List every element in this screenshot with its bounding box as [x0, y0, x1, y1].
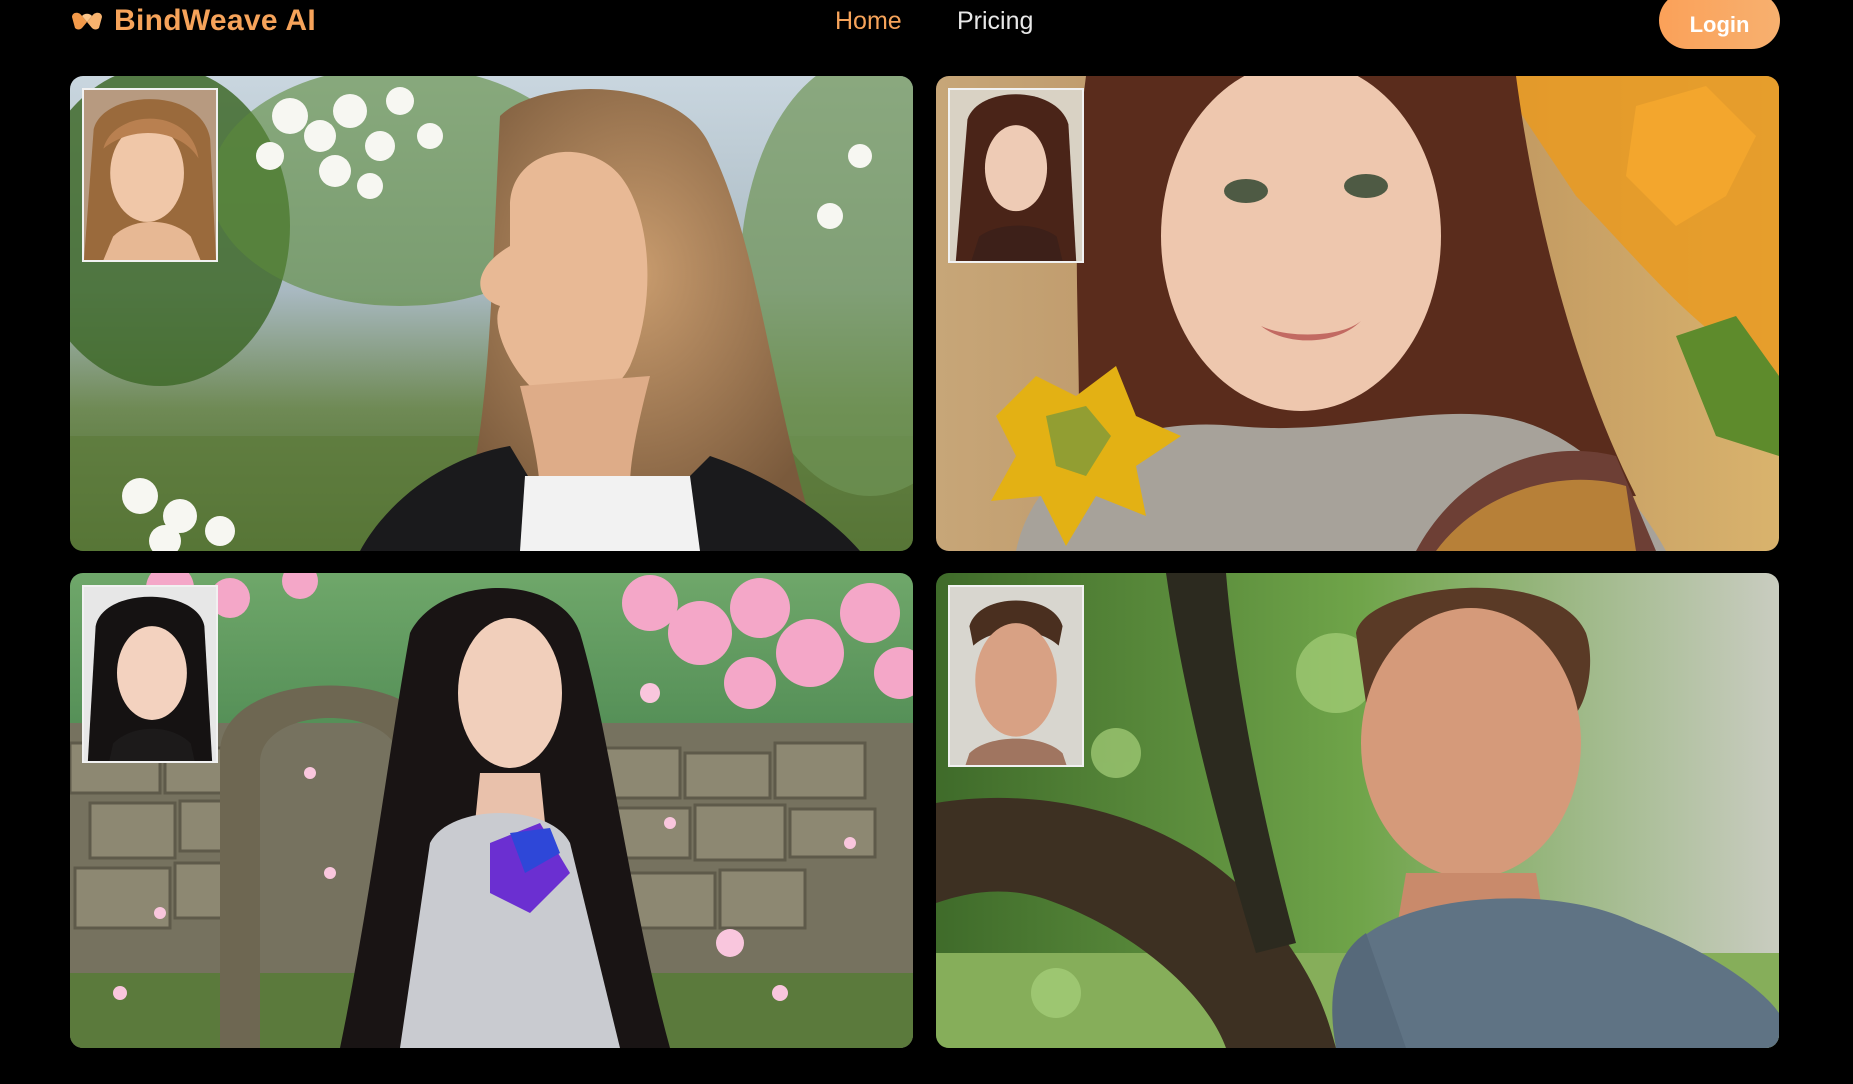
reference-face-thumbnail	[82, 88, 218, 262]
gallery-card[interactable]	[936, 76, 1779, 551]
gallery-card[interactable]	[70, 76, 913, 551]
reference-face-thumbnail	[82, 585, 218, 763]
top-navigation-bar: BindWeave AI Home Pricing Login	[0, 0, 1853, 49]
heart-logo-icon	[72, 12, 102, 30]
gallery-card[interactable]	[936, 573, 1779, 1048]
reference-face-thumbnail	[948, 88, 1084, 263]
reference-face-thumbnail	[948, 585, 1084, 767]
login-button[interactable]: Login	[1659, 0, 1780, 49]
reference-face-image	[950, 90, 1082, 261]
nav-link-home[interactable]: Home	[835, 4, 902, 38]
brand-name: BindWeave AI	[114, 4, 316, 37]
reference-face-image	[84, 90, 216, 260]
nav-link-pricing[interactable]: Pricing	[957, 4, 1033, 38]
reference-face-image	[84, 587, 216, 761]
gallery-card[interactable]	[70, 573, 913, 1048]
brand-logo-link[interactable]: BindWeave AI	[70, 3, 316, 39]
reference-face-image	[950, 587, 1082, 765]
